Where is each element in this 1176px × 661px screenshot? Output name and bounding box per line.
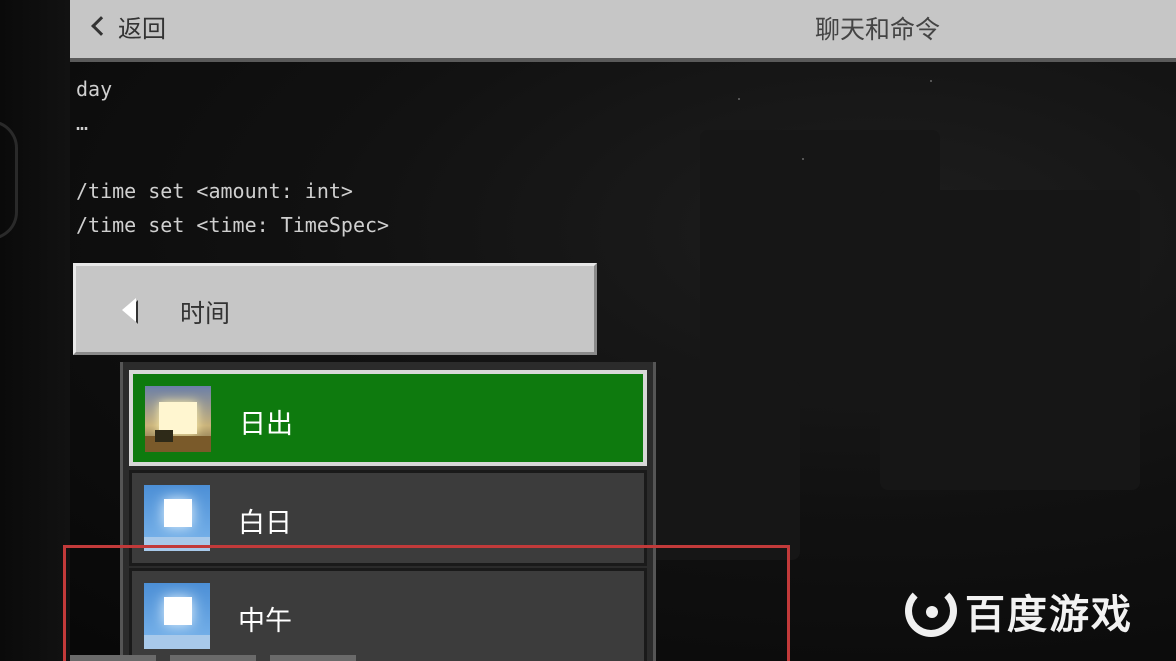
watermark-text: 百度游戏 bbox=[965, 592, 1133, 638]
output-line: day bbox=[76, 77, 113, 101]
time-option-noon[interactable]: 中午 bbox=[129, 568, 647, 661]
time-option-label: 中午 bbox=[238, 606, 292, 637]
noon-sun-icon bbox=[144, 583, 210, 649]
top-bar: 返回 聊天和命令 bbox=[70, 0, 1176, 62]
time-parameter-button[interactable]: 时间 bbox=[73, 263, 597, 355]
time-option-sunrise[interactable]: 日出 bbox=[129, 370, 647, 466]
bottom-tab-strip bbox=[70, 655, 356, 661]
bottom-tab[interactable] bbox=[270, 655, 356, 661]
side-button-outline bbox=[0, 120, 18, 240]
watermark: 百度游戏 bbox=[905, 582, 1133, 640]
sunrise-icon bbox=[145, 386, 211, 452]
bottom-tab[interactable] bbox=[170, 655, 256, 661]
day-sun-icon bbox=[144, 485, 210, 551]
arrow-left-icon bbox=[122, 298, 136, 322]
output-line: … bbox=[76, 111, 89, 135]
page-title: 聊天和命令 bbox=[815, 15, 941, 44]
back-button-label: 返回 bbox=[118, 14, 166, 43]
time-option-day[interactable]: 白日 bbox=[129, 470, 647, 566]
time-parameter-label: 时间 bbox=[180, 299, 231, 328]
bottom-tab[interactable] bbox=[70, 655, 156, 661]
time-options-list: 日出 白日 中午 bbox=[120, 362, 656, 661]
time-option-label: 日出 bbox=[239, 409, 293, 440]
time-option-label: 白日 bbox=[238, 508, 292, 539]
command-output: day … /time set <amount: int> /time set … bbox=[76, 72, 676, 242]
baidu-game-logo-icon bbox=[905, 585, 957, 637]
left-edge-panel bbox=[0, 0, 70, 661]
back-button[interactable]: 返回 bbox=[88, 8, 166, 44]
output-line: /time set <time: TimeSpec> bbox=[76, 213, 390, 237]
output-line: /time set <amount: int> bbox=[76, 179, 353, 203]
chevron-left-icon bbox=[91, 16, 111, 36]
